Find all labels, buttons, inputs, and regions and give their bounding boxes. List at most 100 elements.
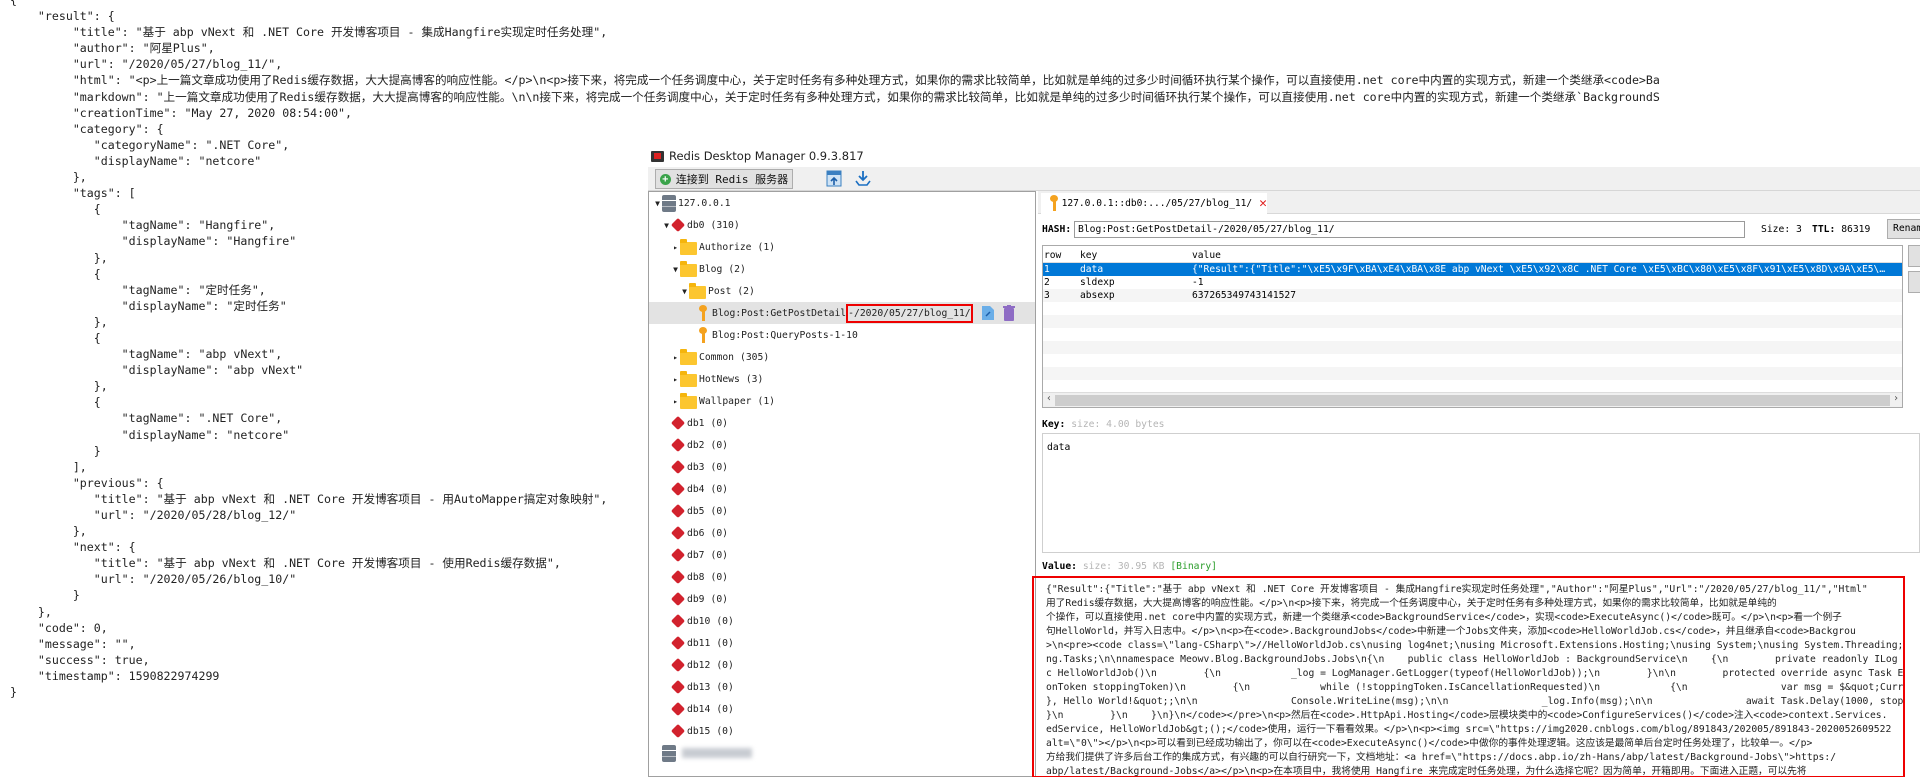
tree-item-db[interactable]: db8 (0) bbox=[649, 566, 1035, 588]
column-header-value[interactable]: value bbox=[1192, 248, 1892, 262]
tree-item-count: (0) bbox=[710, 439, 729, 451]
empty-row bbox=[1043, 367, 1902, 380]
connect-server-button[interactable]: + 连接到 Redis 服务器 bbox=[655, 169, 793, 189]
scroll-right-icon[interactable]: › bbox=[1893, 393, 1899, 404]
tree-item-label: db1 bbox=[687, 417, 705, 429]
row-key: data bbox=[1080, 264, 1104, 275]
tree-item-label: db7 bbox=[687, 549, 705, 561]
tree-item-label: db6 bbox=[687, 527, 705, 539]
database-icon bbox=[671, 658, 685, 672]
tree-item-label: Blog bbox=[699, 263, 723, 275]
database-icon bbox=[671, 570, 685, 584]
collapsed-arrow-icon[interactable]: ▸ bbox=[671, 243, 680, 252]
tree-item-folder[interactable]: ▸ HotNews (3) bbox=[649, 368, 1035, 390]
tree-item-db[interactable]: db9 (0) bbox=[649, 588, 1035, 610]
collapsed-arrow-icon[interactable]: ▸ bbox=[671, 397, 680, 406]
server-icon bbox=[662, 194, 676, 212]
copy-link-icon[interactable] bbox=[981, 305, 995, 321]
tree-item-db[interactable]: db15 (0) bbox=[649, 720, 1035, 742]
database-icon bbox=[671, 724, 685, 738]
import-icon[interactable] bbox=[825, 170, 843, 188]
ttl-display: TTL: 86319 bbox=[1812, 224, 1870, 235]
value-format[interactable]: [Binary] bbox=[1170, 561, 1217, 572]
tree-item-label: Blog:Post:QueryPosts-1-10 bbox=[712, 329, 858, 341]
tree-item-db[interactable]: db2 (0) bbox=[649, 434, 1035, 456]
scroll-left-icon[interactable]: ‹ bbox=[1046, 393, 1052, 404]
tree-item-db[interactable]: db6 (0) bbox=[649, 522, 1035, 544]
scrollbar-thumb[interactable] bbox=[1055, 395, 1890, 406]
tree-item-server[interactable] bbox=[649, 742, 1035, 764]
json-line: "title": "基于 abp vNext 和 .NET Core 开发博客项… bbox=[10, 25, 608, 40]
database-icon bbox=[671, 614, 685, 628]
value-editor[interactable]: {"Result":{"Title":"基于 abp vNext 和 .NET … bbox=[1032, 576, 1905, 777]
collapsed-arrow-icon[interactable]: ▸ bbox=[671, 353, 680, 362]
tree-item-db[interactable]: db13 (0) bbox=[649, 676, 1035, 698]
tree-item-label: db2 bbox=[687, 439, 705, 451]
expanded-arrow-icon[interactable]: ▼ bbox=[662, 221, 671, 230]
table-row[interactable]: 1 data {"Result":{"Title":"\xE5\x9F\xBA\… bbox=[1043, 263, 1902, 276]
tree-item-folder[interactable]: ▸ Wallpaper (1) bbox=[649, 390, 1035, 412]
tree-item-label: Authorize bbox=[699, 241, 752, 253]
redis-desktop-manager-window: Redis Desktop Manager 0.9.3.817 + 连接到 Re… bbox=[648, 145, 1920, 777]
tree-item-folder[interactable]: ▼ Blog (2) bbox=[649, 258, 1035, 280]
add-row-button[interactable] bbox=[1908, 245, 1920, 267]
key-name-input[interactable]: Blog:Post:GetPostDetail-/2020/05/27/blog… bbox=[1074, 220, 1745, 238]
database-icon bbox=[671, 680, 685, 694]
delete-icon[interactable] bbox=[1002, 305, 1017, 321]
expanded-arrow-icon[interactable]: ▼ bbox=[671, 265, 680, 274]
tree-item-count: (1) bbox=[757, 241, 776, 253]
tree-item-count: (0) bbox=[716, 681, 734, 693]
tree-item-db[interactable]: db1 (0) bbox=[649, 412, 1035, 434]
tree-item-count: (0) bbox=[710, 483, 729, 495]
database-icon bbox=[671, 636, 685, 650]
expanded-arrow-icon[interactable]: ▼ bbox=[680, 287, 689, 296]
expanded-arrow-icon[interactable]: ▼ bbox=[653, 199, 662, 208]
value-line: abp/latest/Background-Jobs</a></p>\n<p>在… bbox=[1046, 766, 1807, 777]
tree-item-db[interactable]: db14 (0) bbox=[649, 698, 1035, 720]
tree-item-db[interactable]: db3 (0) bbox=[649, 456, 1035, 478]
table-header: row key value bbox=[1043, 248, 1902, 263]
horizontal-scrollbar[interactable]: ‹ › bbox=[1043, 392, 1902, 407]
rename-button[interactable]: Rename bbox=[1887, 219, 1920, 239]
tree-item-key[interactable]: Blog:Post:QueryPosts-1-10 bbox=[649, 324, 1035, 346]
tree-item-count: (3) bbox=[745, 373, 764, 385]
tree-item-label: db13 bbox=[687, 681, 711, 693]
close-icon[interactable]: ✕ bbox=[1259, 196, 1267, 211]
collapsed-arrow-icon[interactable]: ▸ bbox=[671, 375, 680, 384]
tree-item-db[interactable]: db10 (0) bbox=[649, 610, 1035, 632]
key-value-editor[interactable]: data bbox=[1042, 433, 1920, 553]
tab-label: 127.0.0.1::db0:.../05/27/blog_11/ bbox=[1061, 198, 1253, 209]
tree-item-db[interactable]: db11 (0) bbox=[649, 632, 1035, 654]
tree-item-count: (0) bbox=[716, 725, 734, 737]
tree-item-db[interactable]: db7 (0) bbox=[649, 544, 1035, 566]
tree-item-db[interactable]: ▼ db0 (310) bbox=[649, 214, 1035, 236]
tree-item-label: db12 bbox=[687, 659, 711, 671]
tree-item-db[interactable]: db4 (0) bbox=[649, 478, 1035, 500]
tree-item-folder[interactable]: ▸ Common (305) bbox=[649, 346, 1035, 368]
tree-item-folder[interactable]: ▸ Authorize (1) bbox=[649, 236, 1035, 258]
window-title: Redis Desktop Manager 0.9.3.817 bbox=[669, 149, 864, 163]
tab-key-blog-11[interactable]: 127.0.0.1::db0:.../05/27/blog_11/ ✕ bbox=[1041, 193, 1267, 214]
database-icon bbox=[671, 592, 685, 606]
export-icon[interactable] bbox=[854, 170, 872, 188]
tree-item-folder[interactable]: ▼ Post (2) bbox=[649, 280, 1035, 302]
tree-item-count: (0) bbox=[710, 527, 729, 539]
tree-item-key[interactable]: Blog:Post:GetPostDetail -/2020/05/27/blog… bbox=[649, 302, 1035, 324]
database-icon bbox=[671, 218, 685, 232]
empty-row bbox=[1043, 341, 1902, 354]
json-line: "category": { bbox=[10, 121, 164, 136]
database-icon bbox=[671, 702, 685, 716]
table-row[interactable]: 2 sldexp -1 bbox=[1043, 276, 1902, 289]
json-line: "result": { bbox=[10, 9, 115, 24]
delete-row-button[interactable] bbox=[1908, 271, 1920, 293]
highlighted-key-suffix: -/2020/05/27/blog_11/ bbox=[846, 303, 973, 323]
tree-item-server[interactable]: ▼ 127.0.0.1 bbox=[649, 192, 1035, 214]
tree-item-label: db11 bbox=[687, 637, 711, 649]
tree-item-db[interactable]: db5 (0) bbox=[649, 500, 1035, 522]
tree-item-label: Common bbox=[699, 351, 734, 363]
column-header-key[interactable]: key bbox=[1080, 248, 1097, 262]
value-line: {"Result":{"Title":"基于 abp vNext 和 .NET … bbox=[1046, 584, 1868, 595]
column-header-row[interactable]: row bbox=[1044, 248, 1061, 262]
tree-item-db[interactable]: db12 (0) bbox=[649, 654, 1035, 676]
table-row[interactable]: 3 absexp 637265349743141527 bbox=[1043, 289, 1902, 302]
